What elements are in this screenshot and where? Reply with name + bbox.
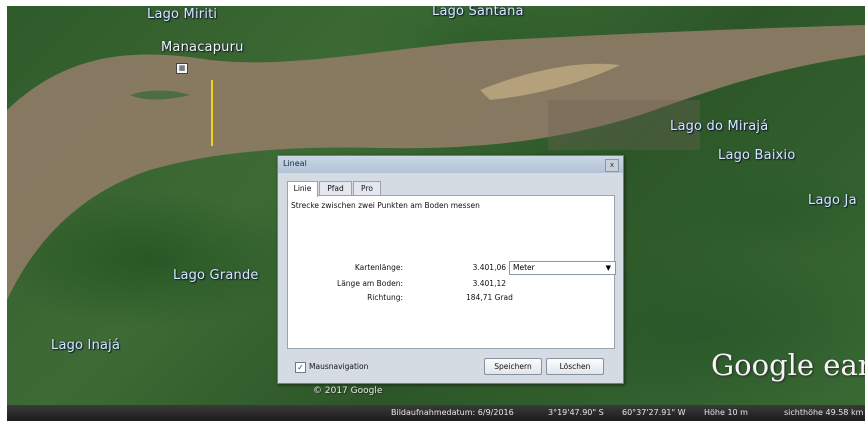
place-label-lago-ja[interactable]: Lago Ja [808,193,857,208]
latitude-readout: 3°19'47.90" S [548,408,604,417]
chevron-down-icon: ▼ [605,264,611,272]
ground-length-label: Länge am Boden: [337,279,403,288]
tab-pfad[interactable]: Pfad [319,181,352,196]
town-marker-icon[interactable]: ▦ [176,63,188,74]
measure-line [211,80,213,146]
map-view[interactable]: ▦ Lago Miriti Lago Santana Manacapuru La… [0,0,865,421]
dialog-title: Lineal [283,159,307,168]
ruler-dialog[interactable]: Lineal x Linie Pfad Pro Strecke zwischen… [277,155,624,384]
save-button[interactable]: Speichern [484,358,542,375]
longitude-readout: 60°37'27.91" W [622,408,686,417]
elevation-readout: Höhe 10 m [704,408,748,417]
tab-pro[interactable]: Pro [353,181,381,196]
place-label-lago-do-miraja[interactable]: Lago do Mirajá [670,119,768,134]
place-label-lago-miriti[interactable]: Lago Miriti [147,7,217,22]
ground-length-value: 3.401,12 [472,279,506,288]
eye-altitude-readout: sichthöhe 49.58 km [784,408,864,417]
mouse-navigation-checkbox[interactable]: ✓ [295,362,306,373]
heading-value: 184,71 Grad [466,293,513,302]
copyright-notice: © 2017 Google [313,386,383,396]
unit-select[interactable]: Meter ▼ [509,261,616,275]
place-label-lago-santana[interactable]: Lago Santana [432,4,524,19]
close-icon[interactable]: x [605,159,619,172]
status-bar: Bildaufnahmedatum: 6/9/2016 3°19'47.90" … [7,405,865,421]
google-earth-logo: Google eart [711,348,865,382]
heading-label: Richtung: [367,293,403,302]
frame-left [0,0,7,421]
tab-panel: Strecke zwischen zwei Punkten am Boden m… [287,195,616,349]
map-length-value: 3.401,06 [472,263,506,272]
frame-top [0,0,865,6]
map-length-label: Kartenlänge: [354,263,403,272]
panel-description: Strecke zwischen zwei Punkten am Boden m… [291,201,480,210]
unit-select-value: Meter [513,263,535,272]
imagery-date: Bildaufnahmedatum: 6/9/2016 [391,408,514,417]
tab-linie[interactable]: Linie [287,181,318,197]
place-label-lago-inaja[interactable]: Lago Inajá [51,338,120,353]
mouse-navigation-label[interactable]: Mausnavigation [309,362,368,371]
place-label-lago-grande[interactable]: Lago Grande [173,268,259,283]
place-label-manacapuru[interactable]: Manacapuru [161,40,244,55]
place-label-lago-baixio[interactable]: Lago Baixio [718,148,796,163]
clear-button[interactable]: Löschen [546,358,604,375]
dialog-titlebar[interactable]: Lineal x [278,156,623,173]
